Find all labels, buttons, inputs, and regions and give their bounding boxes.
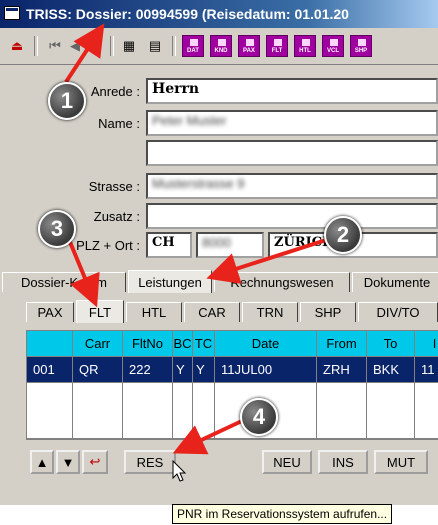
callout-2: 2: [324, 216, 362, 254]
mouse-cursor-icon: [172, 460, 187, 482]
arrow-3: [68, 241, 100, 308]
arrow-4: [172, 418, 245, 455]
annotation-arrows: [64, 23, 327, 455]
arrow-1: [64, 23, 105, 84]
callout-1: 1: [48, 82, 86, 120]
callout-4: 4: [240, 398, 278, 436]
arrow-2: [206, 238, 327, 284]
res-tooltip: PNR im Reservationssystem aufrufen...: [172, 504, 393, 524]
callout-3: 3: [38, 210, 76, 248]
